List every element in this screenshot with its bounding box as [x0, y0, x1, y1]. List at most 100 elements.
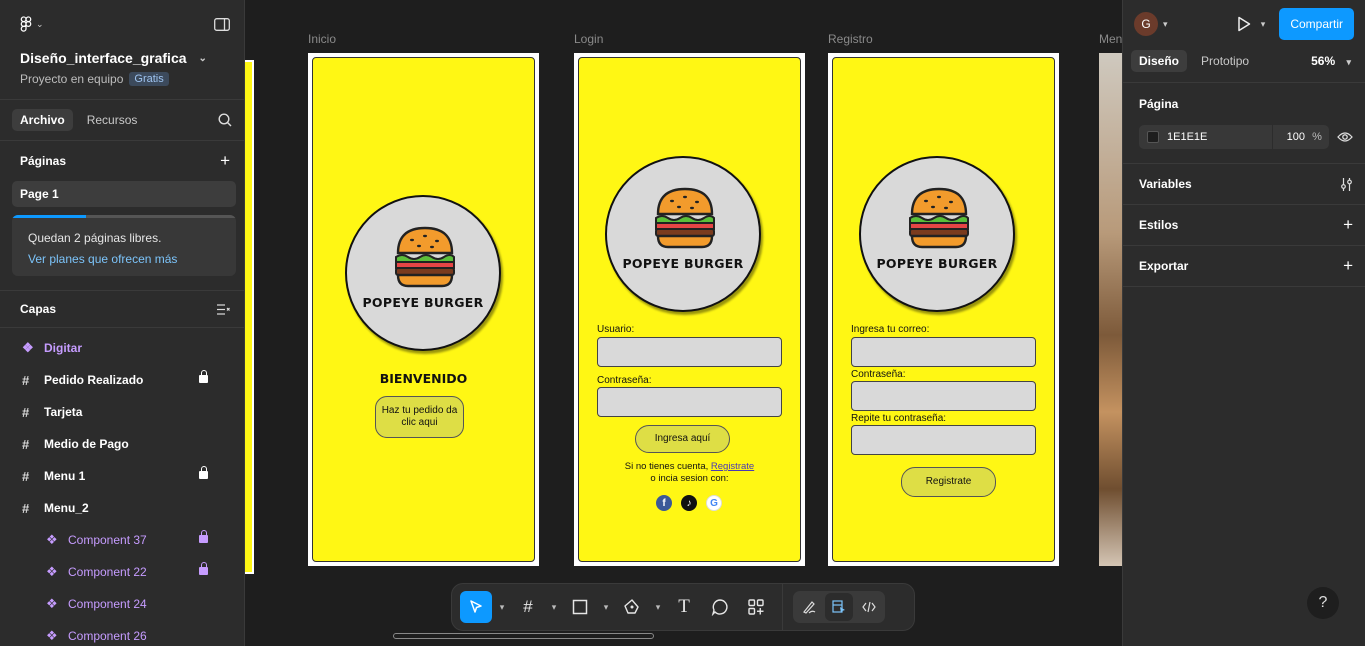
- toggle-sidebar-icon[interactable]: [214, 17, 230, 31]
- tab-diseno[interactable]: Diseño: [1131, 50, 1188, 72]
- horizontal-scrollbar[interactable]: [393, 633, 654, 639]
- zoom-control[interactable]: 56% ▾: [1311, 54, 1357, 68]
- layers-header: Capas: [0, 291, 244, 327]
- layer-label: Component 37: [68, 533, 147, 547]
- frame-label-registro[interactable]: Registro: [828, 32, 873, 46]
- frame-registro[interactable]: POPEYE BURGER Ingresa tu correo: Contras…: [828, 53, 1059, 566]
- chevron-down-icon[interactable]: ▾: [1163, 19, 1168, 30]
- pen-tool[interactable]: [616, 591, 648, 623]
- lock-icon[interactable]: [199, 370, 208, 386]
- dev-mode[interactable]: [855, 593, 883, 621]
- right-panel: G ▾ ▾ Compartir Diseño Prototipo 56% ▾ P…: [1122, 0, 1365, 646]
- layer-item[interactable]: ❖ Component 22: [0, 556, 244, 588]
- move-tool[interactable]: [460, 591, 492, 623]
- tab-archivo[interactable]: Archivo: [12, 109, 73, 131]
- share-button[interactable]: Compartir: [1279, 8, 1354, 40]
- bg-color-hex[interactable]: 1E1E1E: [1167, 131, 1272, 143]
- register-button[interactable]: Registrate: [901, 467, 996, 497]
- google-icon[interactable]: G: [706, 495, 722, 511]
- file-name[interactable]: Diseño_interface_grafica ⌄: [0, 48, 244, 66]
- layer-label: Component 24: [68, 597, 147, 611]
- layer-item[interactable]: ❖ Digitar: [0, 332, 244, 364]
- logo-circle: POPEYE BURGER: [859, 156, 1015, 312]
- partial-frame-left[interactable]: [245, 60, 254, 574]
- play-icon[interactable]: [1237, 16, 1251, 32]
- toolbar-divider: [782, 583, 783, 631]
- frame-menu-partial[interactable]: [1099, 53, 1122, 566]
- layer-item[interactable]: ❖ Component 26: [0, 620, 244, 646]
- lock-icon[interactable]: [199, 562, 208, 578]
- chevron-down-icon[interactable]: ▾: [496, 602, 508, 613]
- layer-item[interactable]: # Pedido Realizado: [0, 364, 244, 396]
- actions-tool[interactable]: [740, 591, 772, 623]
- login-button[interactable]: Ingresa aquí: [635, 425, 730, 453]
- password-field[interactable]: [851, 381, 1036, 411]
- tab-prototipo[interactable]: Prototipo: [1193, 50, 1257, 72]
- file-name-text: Diseño_interface_grafica: [20, 50, 187, 66]
- frame-icon: #: [22, 468, 30, 484]
- signup-link[interactable]: Registrate: [711, 461, 754, 472]
- repeat-password-field[interactable]: [851, 425, 1036, 455]
- frame-icon: #: [523, 597, 533, 616]
- pages-header: Páginas +: [0, 141, 244, 181]
- main-menu-button[interactable]: ⌄: [20, 15, 44, 33]
- text-tool[interactable]: T: [668, 591, 700, 623]
- styles-section[interactable]: Estilos +: [1123, 205, 1365, 246]
- lock-icon[interactable]: [199, 530, 208, 546]
- canvas[interactable]: Inicio POPEYE BURGER BIENVENIDO Haz tu p…: [245, 0, 1122, 646]
- variables-icon[interactable]: [1340, 177, 1353, 191]
- tiktok-icon[interactable]: ♪: [681, 495, 697, 511]
- chevron-down-icon: ▾: [1346, 57, 1351, 67]
- percent-sign: %: [1312, 131, 1322, 143]
- order-button[interactable]: Haz tu pedido da clic aqui: [375, 396, 464, 438]
- rectangle-tool[interactable]: [564, 591, 596, 623]
- export-section[interactable]: Exportar +: [1123, 246, 1365, 287]
- layer-item[interactable]: # Menu_2: [0, 492, 244, 524]
- chevron-down-icon[interactable]: ▾: [1261, 19, 1266, 30]
- chevron-down-icon: ⌄: [198, 52, 207, 64]
- page-item-page-1[interactable]: Page 1: [12, 181, 236, 207]
- chevron-down-icon[interactable]: ▾: [652, 602, 664, 613]
- page-bg-color-input[interactable]: 1E1E1E 100 %: [1139, 125, 1329, 149]
- component-icon: ❖: [46, 564, 58, 579]
- frame-login[interactable]: POPEYE BURGER Usuario: Contraseña: Ingre…: [574, 53, 805, 566]
- comment-tool[interactable]: [704, 591, 736, 623]
- chevron-down-icon[interactable]: ▾: [600, 602, 612, 613]
- frame-label-inicio[interactable]: Inicio: [308, 32, 336, 46]
- layer-item[interactable]: ❖ Component 37: [0, 524, 244, 556]
- add-style-icon[interactable]: +: [1343, 215, 1353, 235]
- user-field[interactable]: [597, 337, 782, 367]
- draw-mode[interactable]: [795, 593, 823, 621]
- layer-item[interactable]: # Medio de Pago: [0, 428, 244, 460]
- frame-label-menu[interactable]: Men: [1099, 32, 1122, 46]
- lock-icon[interactable]: [199, 466, 208, 482]
- color-swatch[interactable]: [1147, 131, 1159, 143]
- chevron-down-icon[interactable]: ▾: [548, 602, 560, 613]
- layer-item[interactable]: # Menu 1: [0, 460, 244, 492]
- upgrade-link[interactable]: Ver planes que ofrecen más: [28, 252, 220, 266]
- tab-recursos[interactable]: Recursos: [79, 109, 146, 131]
- search-icon[interactable]: [218, 113, 232, 127]
- layer-label: Pedido Realizado: [44, 373, 144, 387]
- help-button[interactable]: ?: [1307, 587, 1339, 619]
- text-icon: T: [678, 596, 690, 617]
- variables-section[interactable]: Variables: [1123, 164, 1365, 205]
- layer-item[interactable]: # Tarjeta: [0, 396, 244, 428]
- screen-inicio: POPEYE BURGER BIENVENIDO Haz tu pedido d…: [312, 57, 535, 562]
- page-bg-row: 1E1E1E 100 %: [1123, 117, 1365, 157]
- frame-tool[interactable]: #: [512, 591, 544, 623]
- avatar[interactable]: G: [1134, 12, 1158, 36]
- bg-opacity[interactable]: 100: [1273, 131, 1305, 143]
- frame-label-login[interactable]: Login: [574, 32, 603, 46]
- facebook-icon[interactable]: f: [656, 495, 672, 511]
- frame-inicio[interactable]: POPEYE BURGER BIENVENIDO Haz tu pedido d…: [308, 53, 539, 566]
- email-field[interactable]: [851, 337, 1036, 367]
- layer-item[interactable]: ❖ Component 24: [0, 588, 244, 620]
- design-mode[interactable]: [825, 593, 853, 621]
- add-page-icon[interactable]: +: [220, 151, 230, 171]
- team-name[interactable]: Proyecto en equipo: [20, 72, 123, 86]
- eye-icon[interactable]: [1337, 131, 1353, 143]
- collapse-layers-icon[interactable]: [217, 303, 230, 315]
- password-field[interactable]: [597, 387, 782, 417]
- add-export-icon[interactable]: +: [1343, 256, 1353, 276]
